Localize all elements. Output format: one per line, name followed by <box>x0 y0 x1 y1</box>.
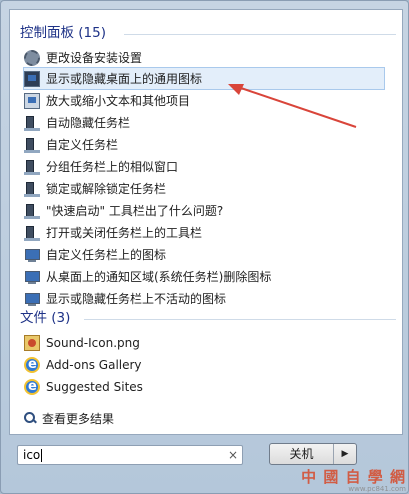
taskbar-icon <box>24 159 40 175</box>
result-item-inactive-icons[interactable]: 显示或隐藏任务栏上不活动的图标 <box>24 288 384 309</box>
result-label: 显示或隐藏任务栏上不活动的图标 <box>46 292 227 306</box>
result-label: 显示或隐藏桌面上的通用图标 <box>46 72 203 86</box>
search-icon <box>24 412 36 424</box>
control-panel-group-header[interactable]: 控制面板 (15) <box>20 24 106 42</box>
result-label: 从桌面上的通知区域(系统任务栏)删除图标 <box>46 270 272 284</box>
result-item-customize-taskbar[interactable]: 自定义任务栏 <box>24 134 384 155</box>
result-label: 更改设备安装设置 <box>46 51 143 65</box>
search-input[interactable]: ico × <box>17 445 243 465</box>
result-item-toolbars[interactable]: 打开或关闭任务栏上的工具栏 <box>24 222 384 243</box>
result-item-device-settings[interactable]: 更改设备安装设置 <box>24 47 384 68</box>
taskbar-icon <box>24 225 40 241</box>
ie-icon <box>24 378 40 395</box>
result-item-group-windows[interactable]: 分组任务栏上的相似窗口 <box>24 156 384 177</box>
result-item-quick-launch[interactable]: "快速启动" 工具栏出了什么问题? <box>24 200 384 221</box>
watermark-url: www.pc841.com <box>348 485 406 493</box>
result-item-auto-hide-taskbar[interactable]: 自动隐藏任务栏 <box>24 112 384 133</box>
result-label: Suggested Sites <box>46 379 143 394</box>
shutdown-button[interactable]: 关机 <box>270 444 334 464</box>
image-file-icon <box>24 334 40 351</box>
device-settings-icon <box>24 49 40 66</box>
see-more-results-link[interactable]: 查看更多结果 <box>24 409 114 427</box>
result-label: 打开或关闭任务栏上的工具栏 <box>46 226 203 240</box>
desktop-icon <box>24 70 40 87</box>
result-label: 自动隐藏任务栏 <box>46 116 131 130</box>
result-label: 锁定或解除锁定任务栏 <box>46 182 167 196</box>
notification-area-icon <box>24 269 40 285</box>
taskbar-icon <box>24 137 40 153</box>
file-item-sound-icon[interactable]: Sound-Icon.png <box>24 332 384 353</box>
file-item-addons-gallery[interactable]: Add-ons Gallery <box>24 354 384 375</box>
see-more-label: 查看更多结果 <box>42 411 115 426</box>
watermark-text: 中 國 自 學 網 <box>301 468 406 486</box>
file-item-suggested-sites[interactable]: Suggested Sites <box>24 376 384 397</box>
result-label: 分组任务栏上的相似窗口 <box>46 160 179 174</box>
group-divider <box>84 319 396 320</box>
result-label: 自定义任务栏上的图标 <box>46 248 167 262</box>
result-item-lock-taskbar[interactable]: 锁定或解除锁定任务栏 <box>24 178 384 199</box>
clear-search-icon[interactable]: × <box>224 448 242 462</box>
ie-icon <box>24 356 40 373</box>
result-item-customize-icons[interactable]: 自定义任务栏上的图标 <box>24 244 384 265</box>
result-item-remove-tray-icons[interactable]: 从桌面上的通知区域(系统任务栏)删除图标 <box>24 266 384 287</box>
search-input-text: ico <box>18 448 224 462</box>
results-pane: 控制面板 (15) 更改设备安装设置 显示或隐藏桌面上的通用图标 放大或缩小文本… <box>9 9 403 435</box>
result-label: 自定义任务栏 <box>46 138 119 152</box>
shutdown-options-arrow-icon[interactable]: ▶ <box>334 444 356 464</box>
search-value: ico <box>23 448 41 462</box>
taskbar-icon <box>24 115 40 131</box>
files-group-header[interactable]: 文件 (3) <box>20 309 70 327</box>
notification-area-icon <box>24 247 40 263</box>
shutdown-button-group: 关机 ▶ <box>269 443 357 465</box>
result-item-desktop-icons[interactable]: 显示或隐藏桌面上的通用图标 <box>23 67 385 90</box>
start-menu-search-panel: 控制面板 (15) 更改设备安装设置 显示或隐藏桌面上的通用图标 放大或缩小文本… <box>0 0 409 494</box>
display-icon <box>24 92 40 109</box>
taskbar-icon <box>24 203 40 219</box>
text-caret <box>41 449 43 462</box>
group-divider <box>124 34 396 35</box>
watermark-logo: 中 國 自 學 網 www.pc841.com <box>296 466 406 493</box>
result-label: "快速启动" 工具栏出了什么问题? <box>46 204 224 218</box>
taskbar-icon <box>24 181 40 197</box>
result-item-zoom-text[interactable]: 放大或缩小文本和其他项目 <box>24 90 384 111</box>
notification-area-icon <box>24 291 40 307</box>
result-label: 放大或缩小文本和其他项目 <box>46 94 191 108</box>
result-label: Add-ons Gallery <box>46 357 142 372</box>
result-label: Sound-Icon.png <box>46 335 140 350</box>
